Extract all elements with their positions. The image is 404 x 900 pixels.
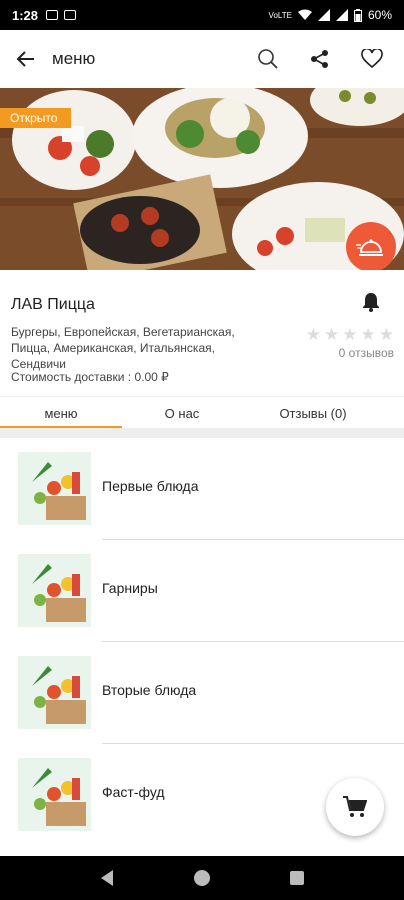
section-divider <box>0 428 404 438</box>
tab-about[interactable]: О нас <box>122 397 242 429</box>
reviews-count: 0 отзывов <box>338 346 394 360</box>
battery-icon <box>353 8 362 22</box>
network-label: VoLTE <box>268 10 292 20</box>
status-bar: 1:28 VoLTE 60% <box>0 0 404 30</box>
home-nav-icon[interactable] <box>193 869 211 887</box>
battery-percent: 60% <box>367 8 392 22</box>
open-badge: Открыто <box>0 108 72 128</box>
groceries-image <box>18 656 91 729</box>
notification-icons <box>46 10 77 20</box>
category-label: Первые блюда <box>102 478 199 494</box>
heart-icon <box>361 49 383 69</box>
share-icon <box>311 50 328 68</box>
category-image <box>18 554 91 627</box>
list-item[interactable]: Первые блюда <box>0 438 404 540</box>
system-nav-bar <box>0 856 404 900</box>
list-item[interactable]: Вторые блюда <box>0 642 404 744</box>
app-bar-actions <box>244 35 404 83</box>
page-title: меню <box>52 49 96 68</box>
back-nav-icon[interactable] <box>99 869 115 887</box>
status-time: 1:28 <box>12 7 39 23</box>
restaurant-name: ЛАВ Пицца <box>11 296 95 313</box>
status-right: VoLTE 60% <box>269 8 392 22</box>
groceries-image <box>18 554 91 627</box>
tab-bar: меню О нас Отзывы (0) <box>0 396 404 429</box>
recents-nav-icon[interactable] <box>289 870 305 886</box>
category-label: Гарниры <box>102 580 158 596</box>
cart-button[interactable] <box>326 778 384 836</box>
bell-icon <box>363 293 379 312</box>
favorite-button[interactable] <box>348 35 396 83</box>
share-button[interactable] <box>296 35 344 83</box>
groceries-image <box>18 452 91 525</box>
category-image <box>18 656 91 729</box>
back-button[interactable] <box>0 30 52 88</box>
star-icon: ★ <box>342 325 358 344</box>
message-icon <box>46 10 59 20</box>
laptop-icon <box>64 10 77 20</box>
list-item[interactable]: Гарниры <box>0 540 404 642</box>
search-icon <box>258 49 278 69</box>
cuisines-text: Бургеры, Европейская, Вегетарианская, Пи… <box>11 325 235 371</box>
notify-button[interactable] <box>362 292 380 317</box>
delivery-cloche-icon <box>356 239 383 256</box>
category-image <box>18 452 91 525</box>
tab-reviews[interactable]: Отзывы (0) <box>242 397 384 429</box>
hero-image: Открыто <box>0 88 404 270</box>
cart-icon <box>343 796 367 817</box>
wifi-icon <box>297 9 312 20</box>
arrow-left-icon <box>16 51 34 67</box>
restaurant-info: ЛАВ Пицца Бургеры, Европейская, Вегетари… <box>0 270 404 396</box>
delivery-badge <box>346 222 396 270</box>
tab-menu[interactable]: меню <box>0 397 122 429</box>
category-label: Фаст-фуд <box>102 784 165 800</box>
search-button[interactable] <box>244 35 292 83</box>
groceries-image <box>18 758 91 831</box>
category-image <box>18 758 91 831</box>
signal2-icon <box>335 9 348 21</box>
star-icon: ★ <box>305 325 321 344</box>
app-bar: меню <box>0 30 404 88</box>
star-icon: ★ <box>324 325 340 344</box>
star-icon: ★ <box>378 325 394 344</box>
star-icon: ★ <box>360 325 376 344</box>
rating-stars: ★ ★ ★ ★ ★ <box>306 326 394 343</box>
category-label: Вторые блюда <box>102 682 197 698</box>
signal-icon <box>317 9 330 21</box>
delivery-cost: Стоимость доставки : 0.00 ₽ <box>11 370 169 384</box>
